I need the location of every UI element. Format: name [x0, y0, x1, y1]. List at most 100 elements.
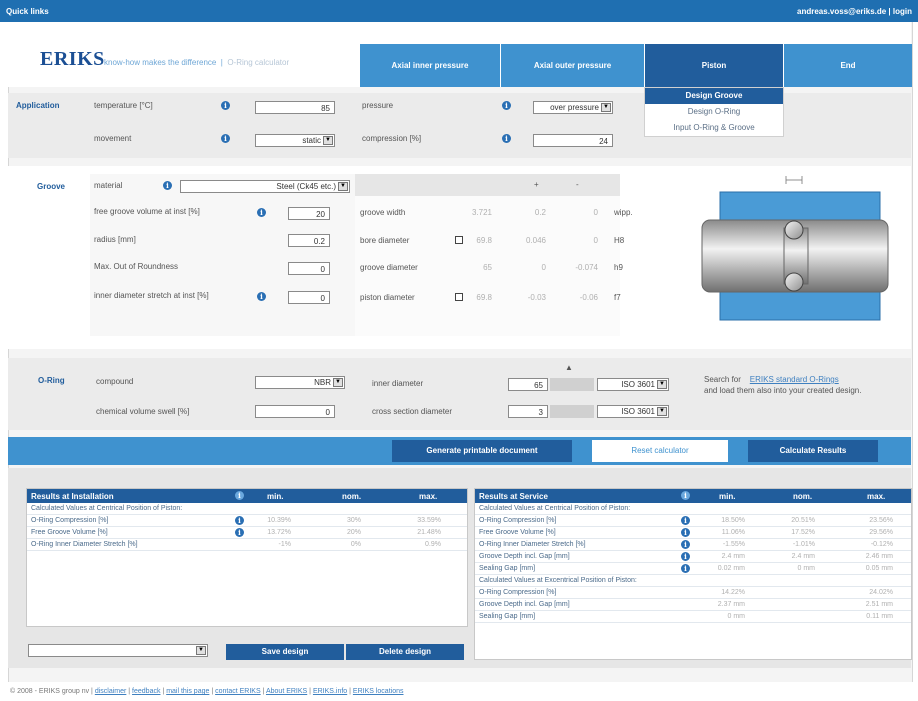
- info-icon[interactable]: i: [681, 564, 690, 573]
- row-label: O-Ring Compression [%]: [479, 517, 557, 524]
- chevron-down-icon[interactable]: ▼: [601, 103, 611, 112]
- footer-link-contact[interactable]: contact ERIKS: [215, 688, 261, 695]
- info-icon[interactable]: i: [235, 528, 244, 537]
- info-icon[interactable]: i: [502, 134, 511, 143]
- footer-link-about[interactable]: About ERIKS: [266, 688, 307, 695]
- delete-design-button[interactable]: Delete design: [346, 644, 464, 660]
- info-icon[interactable]: i: [681, 516, 690, 525]
- material-select[interactable]: Steel (Ck45 etc.) ▼: [180, 180, 350, 193]
- info-icon[interactable]: i: [235, 491, 244, 500]
- chevron-down-icon[interactable]: ▼: [338, 182, 348, 191]
- inner-diameter-standard-select[interactable]: ISO 3601 ▼: [597, 378, 669, 391]
- chevron-down-icon[interactable]: ▼: [657, 380, 667, 389]
- info-icon[interactable]: i: [257, 292, 266, 301]
- info-icon[interactable]: i: [681, 540, 690, 549]
- compound-select[interactable]: NBR ▼: [255, 376, 345, 389]
- compound-label: compound: [96, 377, 134, 386]
- tab-axial-inner-pressure[interactable]: Axial inner pressure: [359, 44, 500, 87]
- table-row: O-Ring Inner Diameter Stretch [%] -1% 0%…: [27, 539, 467, 551]
- info-icon[interactable]: i: [221, 101, 230, 110]
- col-plus: +: [534, 180, 539, 189]
- bore-diameter-value: 69.8: [476, 236, 492, 245]
- cross-section-standard-select[interactable]: ISO 3601 ▼: [597, 405, 669, 418]
- cross-section-input[interactable]: 3: [508, 405, 548, 418]
- info-icon[interactable]: i: [221, 134, 230, 143]
- radius-label: radius [mm]: [94, 235, 136, 244]
- compression-input[interactable]: 24: [533, 134, 613, 147]
- chevron-down-icon[interactable]: ▼: [196, 646, 206, 655]
- temperature-input[interactable]: 85: [255, 101, 335, 114]
- table-row: Free Groove Volume [%] i 13.72% 20% 21.4…: [27, 527, 467, 539]
- row-min: 18.50%: [721, 517, 745, 524]
- inner-diameter-tolerance: [550, 378, 594, 391]
- inner-diameter-stretch-label: inner diameter stretch at inst [%]: [94, 291, 209, 300]
- quick-links-link[interactable]: Quick links: [6, 7, 49, 16]
- cross-section-label: cross section diameter: [372, 407, 453, 416]
- groove-diameter-fit: h9: [614, 263, 623, 272]
- tab-end[interactable]: End: [783, 44, 912, 87]
- table-row: O-Ring Compression [%] i 18.50% 20.51% 2…: [475, 515, 911, 527]
- reset-calculator-button[interactable]: Reset calculator: [592, 440, 728, 462]
- results-service-panel: Results at Service i min. nom. max. Calc…: [474, 488, 912, 660]
- eriks-logo[interactable]: ERIKS: [40, 48, 105, 71]
- row-min: 13.72%: [267, 529, 291, 536]
- max-out-of-roundness-input[interactable]: 0: [288, 262, 330, 275]
- inner-diameter-stretch-input[interactable]: 0: [288, 291, 330, 304]
- oring-title: O-Ring: [38, 376, 65, 385]
- eriks-standard-orings-link[interactable]: ERIKS standard O-Rings: [750, 375, 839, 384]
- footer-link-eriks-info[interactable]: ERIKS.info: [313, 688, 347, 695]
- bore-diameter-label: bore diameter: [360, 236, 410, 245]
- free-groove-volume-input[interactable]: 20: [288, 207, 330, 220]
- radius-input[interactable]: 0.2: [288, 234, 330, 247]
- footer-link-disclaimer[interactable]: disclaimer: [95, 688, 127, 695]
- row-max: 0.05 mm: [865, 565, 893, 572]
- row-min: 2.37 mm: [717, 601, 745, 608]
- row-label: O-Ring Inner Diameter Stretch [%]: [31, 541, 138, 548]
- table-row: O-Ring Compression [%] 14.22% 24.02%: [475, 587, 911, 599]
- chevron-down-icon[interactable]: ▼: [333, 378, 343, 387]
- user-login-link[interactable]: andreas.voss@eriks.de | login: [797, 7, 912, 16]
- movement-select[interactable]: static ▼: [255, 134, 335, 147]
- info-icon[interactable]: i: [235, 516, 244, 525]
- info-icon[interactable]: i: [681, 491, 690, 500]
- row-min: 0.02 mm: [717, 565, 745, 572]
- bore-diameter-checkbox[interactable]: [455, 236, 463, 244]
- inner-diameter-label: inner diameter: [372, 379, 424, 388]
- chevron-down-icon[interactable]: ▼: [657, 407, 667, 416]
- save-design-button[interactable]: Save design: [226, 644, 344, 660]
- col-min: min.: [719, 492, 736, 501]
- inner-diameter-input[interactable]: 65: [508, 378, 548, 391]
- footer-link-mail-this-page[interactable]: mail this page: [166, 688, 209, 695]
- chevron-down-icon[interactable]: ▼: [323, 136, 333, 145]
- table-row: Groove Depth incl. Gap [mm] 2.37 mm 2.51…: [475, 599, 911, 611]
- info-icon[interactable]: i: [681, 552, 690, 561]
- info-icon[interactable]: i: [163, 181, 172, 190]
- piston-submenu: Design Groove Design O-Ring Input O-Ring…: [644, 87, 784, 137]
- pressure-select[interactable]: over pressure ▼: [533, 101, 613, 114]
- footer-link-locations[interactable]: ERIKS locations: [353, 688, 404, 695]
- info-icon[interactable]: i: [681, 528, 690, 537]
- calculate-results-button[interactable]: Calculate Results: [748, 440, 878, 462]
- info-icon[interactable]: i: [502, 101, 511, 110]
- tab-axial-outer-pressure[interactable]: Axial outer pressure: [500, 44, 644, 87]
- row-min: 10.39%: [267, 517, 291, 524]
- info-icon[interactable]: i: [257, 208, 266, 217]
- row-max: 21.48%: [417, 529, 441, 536]
- submenu-input-oring-groove[interactable]: Input O-Ring & Groove: [645, 120, 783, 136]
- submenu-design-groove[interactable]: Design Groove: [645, 88, 783, 104]
- piston-diameter-checkbox[interactable]: [455, 293, 463, 301]
- groove-diameter-label: groove diameter: [360, 263, 418, 272]
- row-nom: -1.01%: [792, 541, 815, 548]
- tagline-text: know-how makes the difference: [104, 58, 217, 67]
- groove-left-table: [90, 174, 355, 336]
- cross-section-tolerance: [550, 405, 594, 418]
- groove-width-fit: wipp.: [614, 208, 633, 217]
- chemical-volume-swell-input[interactable]: 0: [255, 405, 335, 418]
- tab-piston[interactable]: Piston: [644, 44, 783, 87]
- design-select[interactable]: ▼: [28, 644, 208, 657]
- footer-link-feedback[interactable]: feedback: [132, 688, 160, 695]
- bore-diameter-fit: H8: [614, 236, 625, 245]
- generate-document-button[interactable]: Generate printable document: [392, 440, 572, 462]
- submenu-design-oring[interactable]: Design O-Ring: [645, 104, 783, 120]
- piston-diameter-upper: -0.03: [527, 293, 546, 302]
